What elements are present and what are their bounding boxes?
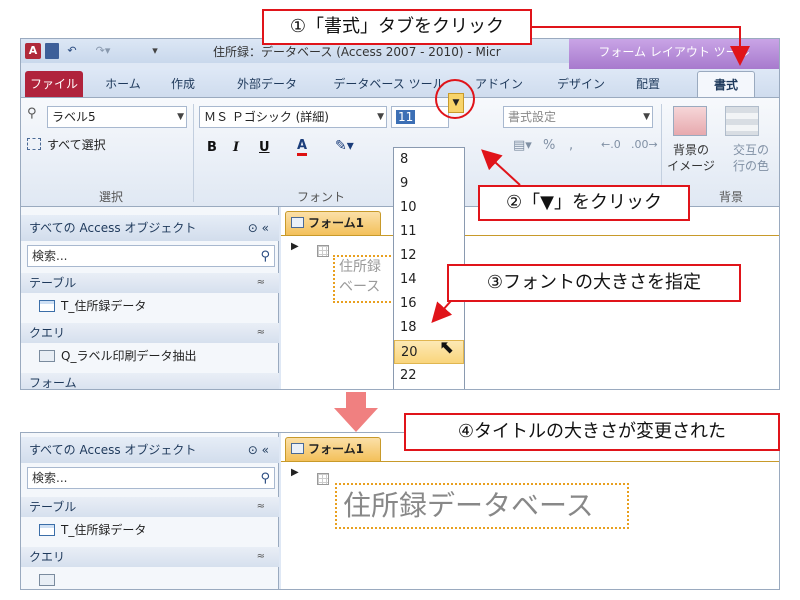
nav-pane-header[interactable]: すべての Access オブジェクト ⊙ «	[21, 437, 279, 463]
chevron-up-icon: ≈	[256, 501, 265, 512]
nav-search-input[interactable]: 検索... ⚲	[27, 467, 275, 489]
collapse-pane-icon[interactable]: ⊙ «	[248, 437, 269, 463]
nav-category-queries[interactable]: クエリ ≈	[21, 547, 279, 567]
table-icon	[39, 524, 55, 536]
title-label-large[interactable]: 住所録データベース	[335, 483, 629, 529]
tab-form1[interactable]: フォーム1	[285, 437, 381, 461]
nav-item-label: T_住所録データ	[61, 523, 147, 537]
nav-search-placeholder: 検索...	[32, 471, 68, 485]
nav-category-tables[interactable]: テーブル ≈	[21, 497, 279, 517]
nav-pane-title: すべての Access オブジェクト	[29, 443, 197, 457]
form-icon	[291, 443, 304, 454]
callout-step4: ④タイトルの大きさが変更された	[404, 413, 780, 451]
form-tab-label: フォーム1	[308, 442, 364, 456]
callout-step3: ③フォントの大きさを指定	[447, 264, 741, 302]
tab-underline	[281, 461, 779, 462]
chevron-up-icon: ≈	[256, 551, 265, 562]
down-arrow-icon	[334, 392, 378, 432]
arrow-step2	[481, 149, 521, 186]
document-area: フォーム1 ▶ 住所録データベース	[281, 433, 779, 589]
query-icon	[39, 574, 55, 586]
search-icon[interactable]: ⚲	[260, 469, 270, 489]
nav-category-label: テーブル	[29, 500, 77, 514]
nav-item-query[interactable]	[21, 569, 279, 589]
arrow-step1	[532, 26, 750, 66]
callout-step1: ①「書式」タブをクリック	[262, 9, 532, 45]
callout-step2: ②「▼」をクリック	[478, 185, 690, 221]
screenshot-after: すべての Access オブジェクト ⊙ « 検索... ⚲ テーブル ≈ T_…	[20, 432, 780, 590]
nav-item-table[interactable]: T_住所録データ	[21, 519, 279, 541]
layout-selector-icon[interactable]	[317, 473, 329, 485]
navigation-pane: すべての Access オブジェクト ⊙ « 検索... ⚲ テーブル ≈ T_…	[21, 433, 279, 589]
nav-category-label: クエリ	[29, 550, 66, 564]
record-selector-icon: ▶	[291, 467, 299, 478]
